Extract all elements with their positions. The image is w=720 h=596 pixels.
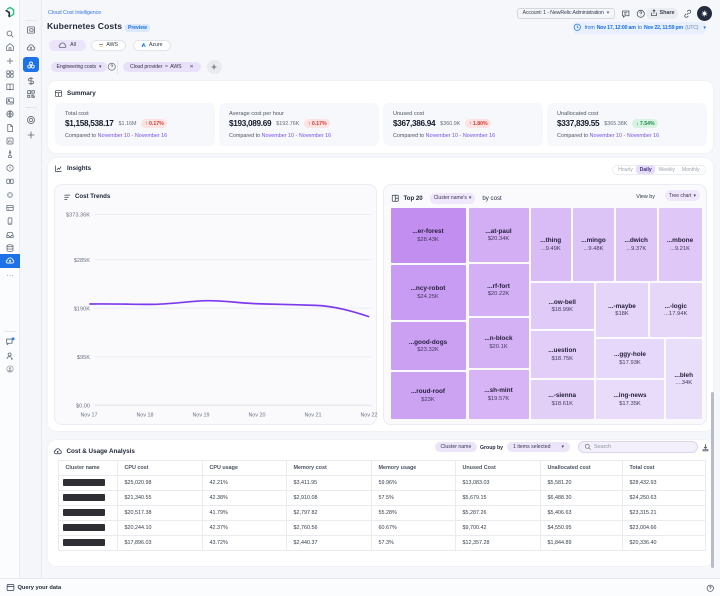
svg-text:$0.00: $0.00 <box>76 403 90 409</box>
svg-text:Nov 20: Nov 20 <box>248 412 265 418</box>
svg-text:Nov 18: Nov 18 <box>136 412 153 418</box>
svg-text:Nov 22: Nov 22 <box>360 412 377 418</box>
svg-text:$190K: $190K <box>73 306 89 312</box>
svg-text:Nov 17: Nov 17 <box>80 412 97 418</box>
svg-text:Nov 21: Nov 21 <box>304 412 321 418</box>
svg-text:Nov 19: Nov 19 <box>192 412 209 418</box>
svg-text:$95K: $95K <box>76 354 89 360</box>
svg-text:$373.36K: $373.36K <box>66 212 90 218</box>
svg-text:$285K: $285K <box>73 257 89 263</box>
